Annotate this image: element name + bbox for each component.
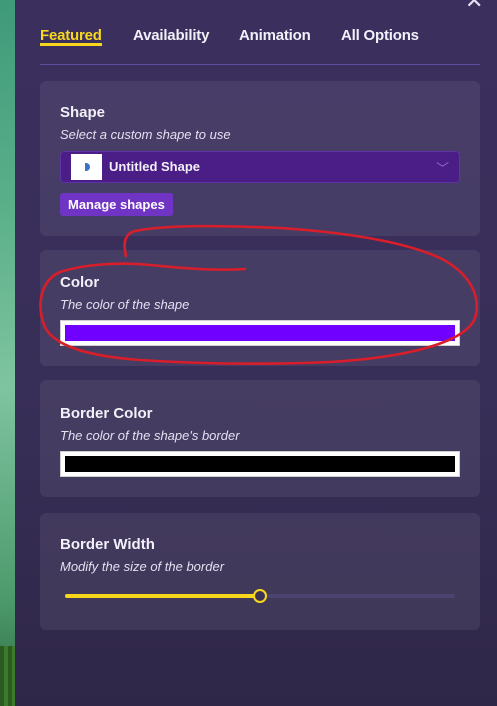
shape-title: Shape (60, 104, 106, 121)
slider-fill (65, 594, 260, 598)
background-ground (0, 646, 15, 706)
color-description: The color of the shape (60, 297, 190, 312)
shape-select-value: Untitled Shape (109, 159, 201, 174)
color-swatch[interactable] (60, 320, 460, 346)
manage-shapes-button[interactable]: Manage shapes (60, 193, 173, 216)
border-width-card: Border Width Modify the size of the bord… (40, 513, 480, 630)
border-color-swatch[interactable] (60, 451, 460, 477)
background-game-scene (0, 0, 15, 706)
border-width-slider[interactable] (65, 589, 455, 603)
close-icon[interactable]: ✕ (465, 0, 483, 12)
tab-all-options-label: All Options (341, 27, 419, 44)
slider-thumb[interactable] (253, 589, 267, 603)
tab-featured[interactable]: Featured (40, 27, 102, 46)
shape-thumbnail (71, 154, 102, 180)
active-tab-indicator (40, 43, 102, 46)
border-color-card: Border Color The color of the shape's bo… (40, 380, 480, 497)
border-color-title: Border Color (60, 405, 153, 422)
color-title: Color (60, 274, 100, 291)
tab-all-options[interactable]: All Options (341, 27, 419, 44)
tab-animation-label: Animation (239, 27, 311, 44)
shape-select[interactable]: Untitled Shape ﹀ (60, 151, 460, 183)
color-card: Color The color of the shape (40, 250, 480, 366)
border-width-description: Modify the size of the border (60, 559, 225, 574)
border-color-swatch-fill (65, 456, 455, 472)
shape-preview-icon (85, 163, 90, 171)
color-swatch-fill (65, 325, 455, 341)
tab-featured-label: Featured (40, 27, 102, 44)
tab-availability-label: Availability (133, 27, 210, 44)
chevron-down-icon: ﹀ (435, 161, 449, 176)
border-color-description: The color of the shape's border (60, 428, 240, 443)
tab-animation[interactable]: Animation (239, 27, 311, 44)
border-width-title: Border Width (60, 536, 155, 553)
tab-availability[interactable]: Availability (133, 27, 209, 44)
tab-bar: Featured Availability Animation All Opti… (40, 22, 480, 65)
shape-card: Shape Select a custom shape to use Untit… (40, 81, 480, 236)
shape-description: Select a custom shape to use (60, 127, 231, 142)
options-panel: ✕ Featured Availability Animation All Op… (15, 0, 497, 706)
